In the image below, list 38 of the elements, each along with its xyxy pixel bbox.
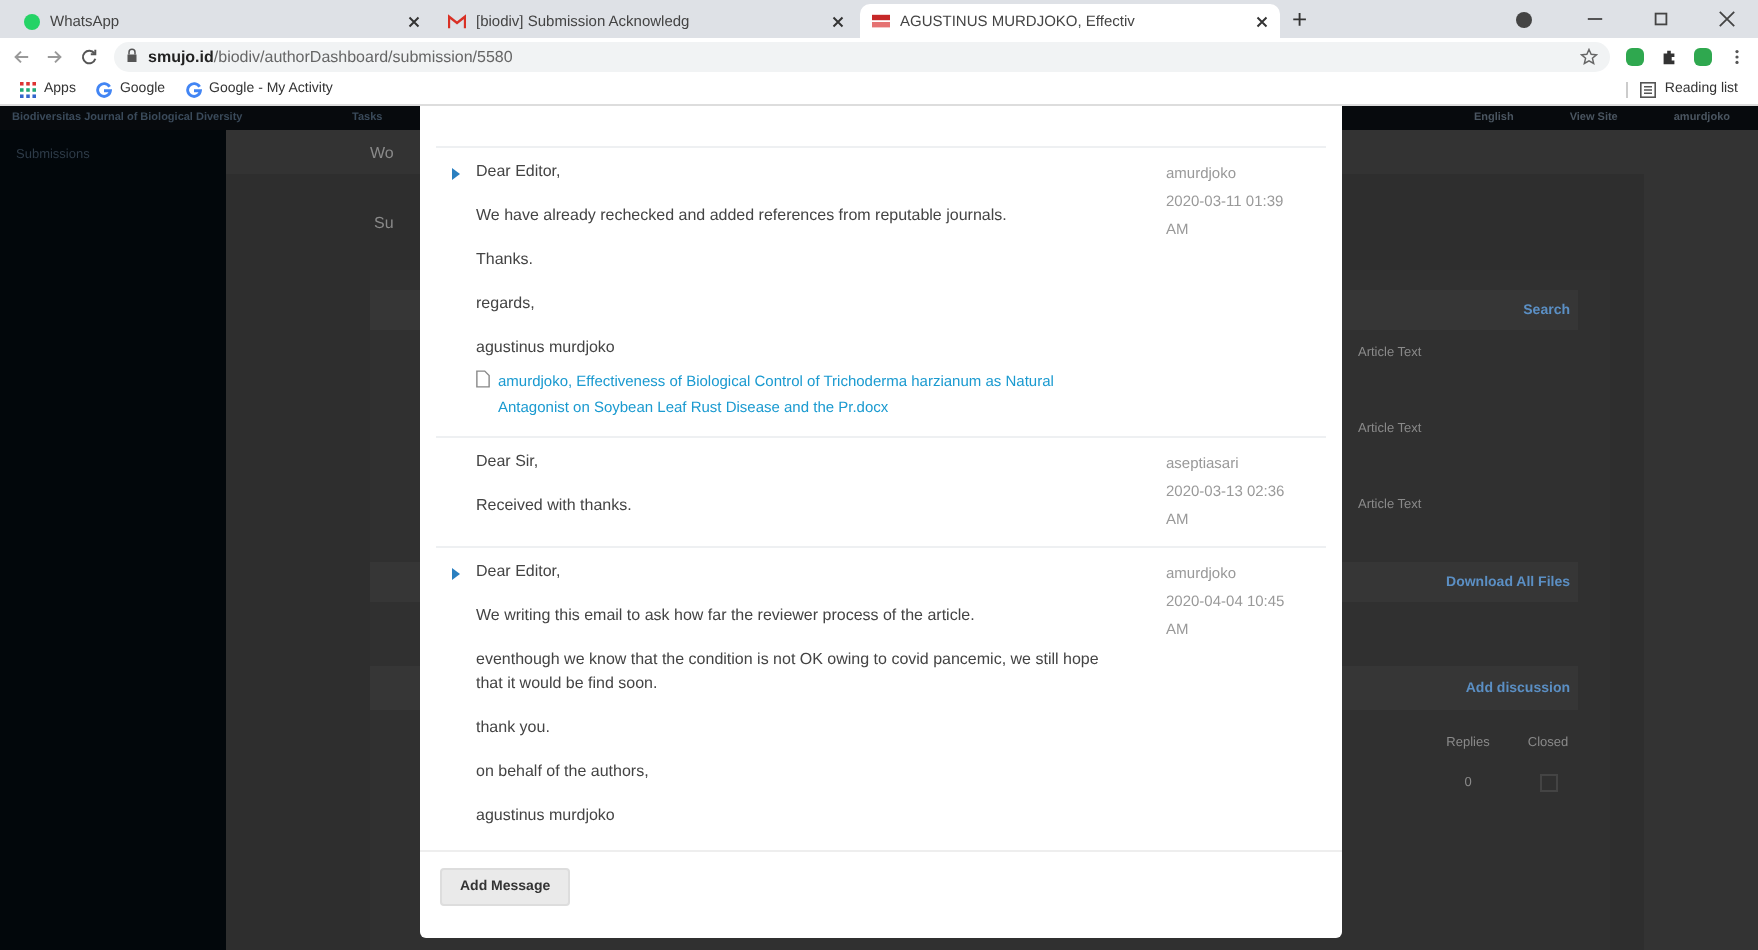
tab-label[interactable]: Wo: [370, 143, 394, 161]
google-g-icon: [95, 81, 112, 97]
expand-icon[interactable]: [452, 168, 460, 180]
message-text: We writing this email to ask how far the reviewer process of the article.: [476, 604, 977, 628]
journal-logo-icon: [872, 13, 890, 29]
document-icon: [476, 370, 490, 388]
close-icon[interactable]: [1718, 10, 1736, 28]
message-text: Dear Editor,: [476, 160, 563, 184]
message-text: Dear Sir,: [476, 450, 541, 474]
new-tab-button[interactable]: +: [1284, 4, 1316, 34]
message-text: Thanks.: [476, 248, 535, 272]
tab-label[interactable]: Su: [374, 214, 394, 232]
list-icon: [1640, 81, 1657, 97]
close-icon[interactable]: [832, 15, 844, 27]
message-text: regards,: [476, 292, 537, 316]
expand-icon[interactable]: [452, 568, 460, 580]
address-bar[interactable]: smujo.id/biodiv/authorDashboard/submission/5580: [114, 41, 1610, 71]
message-text: We have already rechecked and added references from reputable journals.: [476, 204, 1009, 228]
message-text: thank you.: [476, 716, 552, 740]
message-text: eventhough we know that the condition is not OK owing to covid pancemic, we still hope that it would be find soon.: [476, 648, 1101, 696]
grid-icon: [20, 81, 36, 97]
back-arrow-icon[interactable]: [12, 47, 30, 65]
message-text: agustinus murdjoko: [476, 336, 617, 360]
google-g-icon: [185, 81, 202, 97]
message-text: agustinus murdjoko: [476, 804, 617, 828]
message-text: on behalf of the authors,: [476, 760, 651, 784]
message-text: Dear Editor,: [476, 560, 563, 584]
profile-icon[interactable]: [1516, 11, 1532, 27]
reload-icon[interactable]: [80, 47, 98, 65]
forward-arrow-icon[interactable]: [46, 47, 64, 65]
puzzle-icon[interactable]: [1660, 47, 1678, 65]
message-text: Received with thanks.: [476, 494, 634, 518]
star-icon[interactable]: [1580, 47, 1598, 65]
mail-icon: [448, 13, 466, 29]
restore-icon[interactable]: [1652, 10, 1670, 28]
close-icon[interactable]: [408, 15, 420, 27]
close-icon[interactable]: [1256, 15, 1268, 27]
lock-icon: [126, 48, 138, 64]
